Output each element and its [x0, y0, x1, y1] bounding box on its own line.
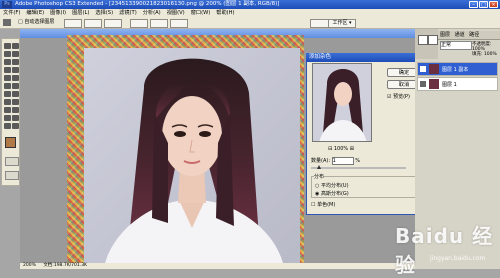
options-bar: □ 自动选择图层 工作区 ▾	[0, 18, 500, 29]
zoom-control[interactable]: ⊟ 100% ⊞	[311, 146, 371, 152]
portrait-illustration	[84, 48, 300, 267]
blur-tool-icon[interactable]	[4, 91, 11, 97]
gradient-tool-icon[interactable]	[12, 83, 19, 89]
monochromatic-checkbox[interactable]: ☐ 单色(M)	[311, 201, 335, 208]
menu-select[interactable]: 选择(S)	[92, 9, 116, 18]
dialog-title-bar: 添加杂色 ×	[306, 53, 426, 62]
preview-label: 预览(P)	[393, 94, 410, 100]
amount-slider[interactable]	[311, 167, 406, 169]
preview-checkbox[interactable]: ☑ 预览(P)	[387, 93, 410, 100]
eraser-tool-icon[interactable]	[4, 83, 11, 89]
brushes-icon[interactable]	[428, 35, 438, 45]
tab-layers[interactable]: 图层	[440, 32, 450, 38]
dodge-tool-icon[interactable]	[12, 91, 19, 97]
marquee-tool-icon[interactable]	[12, 43, 19, 49]
close-button[interactable]: ×	[489, 1, 498, 8]
collapsed-panel-dock	[415, 29, 438, 59]
amount-input[interactable]: 1	[331, 157, 354, 165]
workspace-dropdown[interactable]: 工作区 ▾	[328, 19, 356, 28]
menu-layer[interactable]: 图层(L)	[69, 9, 92, 18]
distribution-label: 分布	[314, 173, 325, 180]
portrait-photo[interactable]	[84, 48, 300, 267]
option-button-6[interactable]	[170, 19, 188, 28]
dialog-title: 添加杂色	[309, 54, 332, 60]
tab-channels[interactable]: 通道	[455, 32, 465, 38]
menu-view[interactable]: 视图(V)	[164, 9, 188, 18]
mono-label: 单色(M)	[317, 202, 336, 208]
healing-brush-icon[interactable]	[4, 67, 11, 73]
fill-field[interactable]: 填充: 100%	[472, 51, 497, 57]
option-button-1[interactable]	[64, 19, 82, 28]
brush-tool-icon[interactable]	[12, 67, 19, 73]
lasso-tool-icon[interactable]	[4, 51, 11, 57]
foreground-color-swatch[interactable]	[5, 137, 16, 148]
layer-row[interactable]: 图层 1	[417, 77, 498, 91]
notes-tool-icon[interactable]	[4, 115, 11, 121]
layer-thumbnail	[429, 64, 439, 74]
pen-tool-icon[interactable]	[4, 99, 11, 105]
layer-row[interactable]: 图层 1 副本	[417, 62, 498, 76]
option-button-4[interactable]	[130, 19, 148, 28]
history-brush-icon[interactable]	[12, 75, 19, 81]
eye-icon[interactable]	[420, 66, 426, 72]
clone-stamp-icon[interactable]	[4, 75, 11, 81]
zoom-value: 100%	[333, 146, 349, 152]
type-tool-icon[interactable]	[12, 99, 19, 105]
baidu-watermark: Baidu 经验	[395, 224, 494, 277]
move-tool-icon[interactable]	[3, 19, 11, 26]
menu-image[interactable]: 图像(I)	[47, 9, 69, 18]
zoom-tool-icon[interactable]	[12, 123, 19, 129]
layer-name: 图层 1	[442, 82, 457, 88]
preview-portrait	[313, 64, 371, 141]
menu-file[interactable]: 文件(F)	[0, 9, 23, 18]
window-title: Adobe Photoshop CS3 Extended - [23451339…	[15, 1, 280, 7]
path-select-icon[interactable]	[4, 107, 11, 113]
shape-tool-icon[interactable]	[12, 107, 19, 113]
crop-tool-icon[interactable]	[4, 59, 11, 65]
gaussian-radio[interactable]: ◉ 高斯分布(G)	[315, 190, 349, 197]
minimize-button[interactable]: –	[469, 1, 478, 8]
layer-thumbnail	[429, 79, 439, 89]
status-doc-size: 文档:198.7K/701.3K	[43, 263, 88, 268]
distribution-group: 分布 ○ 平均分布(U) ◉ 高斯分布(G)	[311, 173, 421, 198]
menu-filter[interactable]: 滤镜(T)	[116, 9, 140, 18]
amount-label: 数量(A):	[311, 158, 331, 164]
quick-mask-button[interactable]	[5, 157, 19, 166]
auto-select-checkbox[interactable]: □ 自动选择图层	[18, 19, 54, 26]
magic-wand-tool-icon[interactable]	[12, 51, 19, 57]
status-bar: 200% 文档:198.7K/701.3K	[20, 263, 415, 269]
title-bar: Ps Adobe Photoshop CS3 Extended - [23451…	[0, 0, 500, 9]
blend-mode-select[interactable]: 正常	[440, 41, 472, 50]
menu-window[interactable]: 窗口(W)	[188, 9, 214, 18]
photoshop-window: Ps Adobe Photoshop CS3 Extended - [23451…	[0, 0, 500, 277]
screen-mode-button[interactable]	[5, 171, 19, 180]
menu-edit[interactable]: 编辑(E)	[23, 9, 47, 18]
uniform-radio[interactable]: ○ 平均分布(U)	[315, 182, 349, 189]
app-logo: Ps	[2, 1, 12, 8]
hand-tool-icon[interactable]	[4, 123, 11, 129]
status-zoom: 200%	[23, 263, 36, 268]
option-button-5[interactable]	[150, 19, 168, 28]
tools-panel	[1, 38, 20, 186]
dialog-preview[interactable]	[312, 63, 372, 142]
option-button-2[interactable]	[84, 19, 102, 28]
option-button-3[interactable]	[104, 19, 122, 28]
move-tool-icon[interactable]	[4, 43, 11, 49]
amount-unit: %	[355, 158, 360, 164]
gaussian-label: 高斯分布(G)	[320, 191, 349, 197]
amount-row: 数量(A): 1 %	[311, 157, 360, 165]
watermark-url: jingyan.baidu.com	[430, 255, 486, 262]
menu-help[interactable]: 帮助(H)	[213, 9, 237, 18]
eye-icon[interactable]	[420, 81, 426, 87]
menu-analysis[interactable]: 分析(A)	[140, 9, 164, 18]
uniform-label: 平均分布(U)	[320, 183, 349, 189]
character-icon[interactable]	[418, 35, 428, 45]
eyedropper-icon[interactable]	[12, 115, 19, 121]
amount-slider-thumb[interactable]	[317, 165, 321, 169]
maximize-button[interactable]: □	[479, 1, 488, 8]
slice-tool-icon[interactable]	[12, 59, 19, 65]
tab-paths[interactable]: 路径	[469, 32, 479, 38]
layer-name: 图层 1 副本	[442, 67, 469, 73]
layers-panel-tabs: 图层 通道 路径	[438, 31, 500, 40]
